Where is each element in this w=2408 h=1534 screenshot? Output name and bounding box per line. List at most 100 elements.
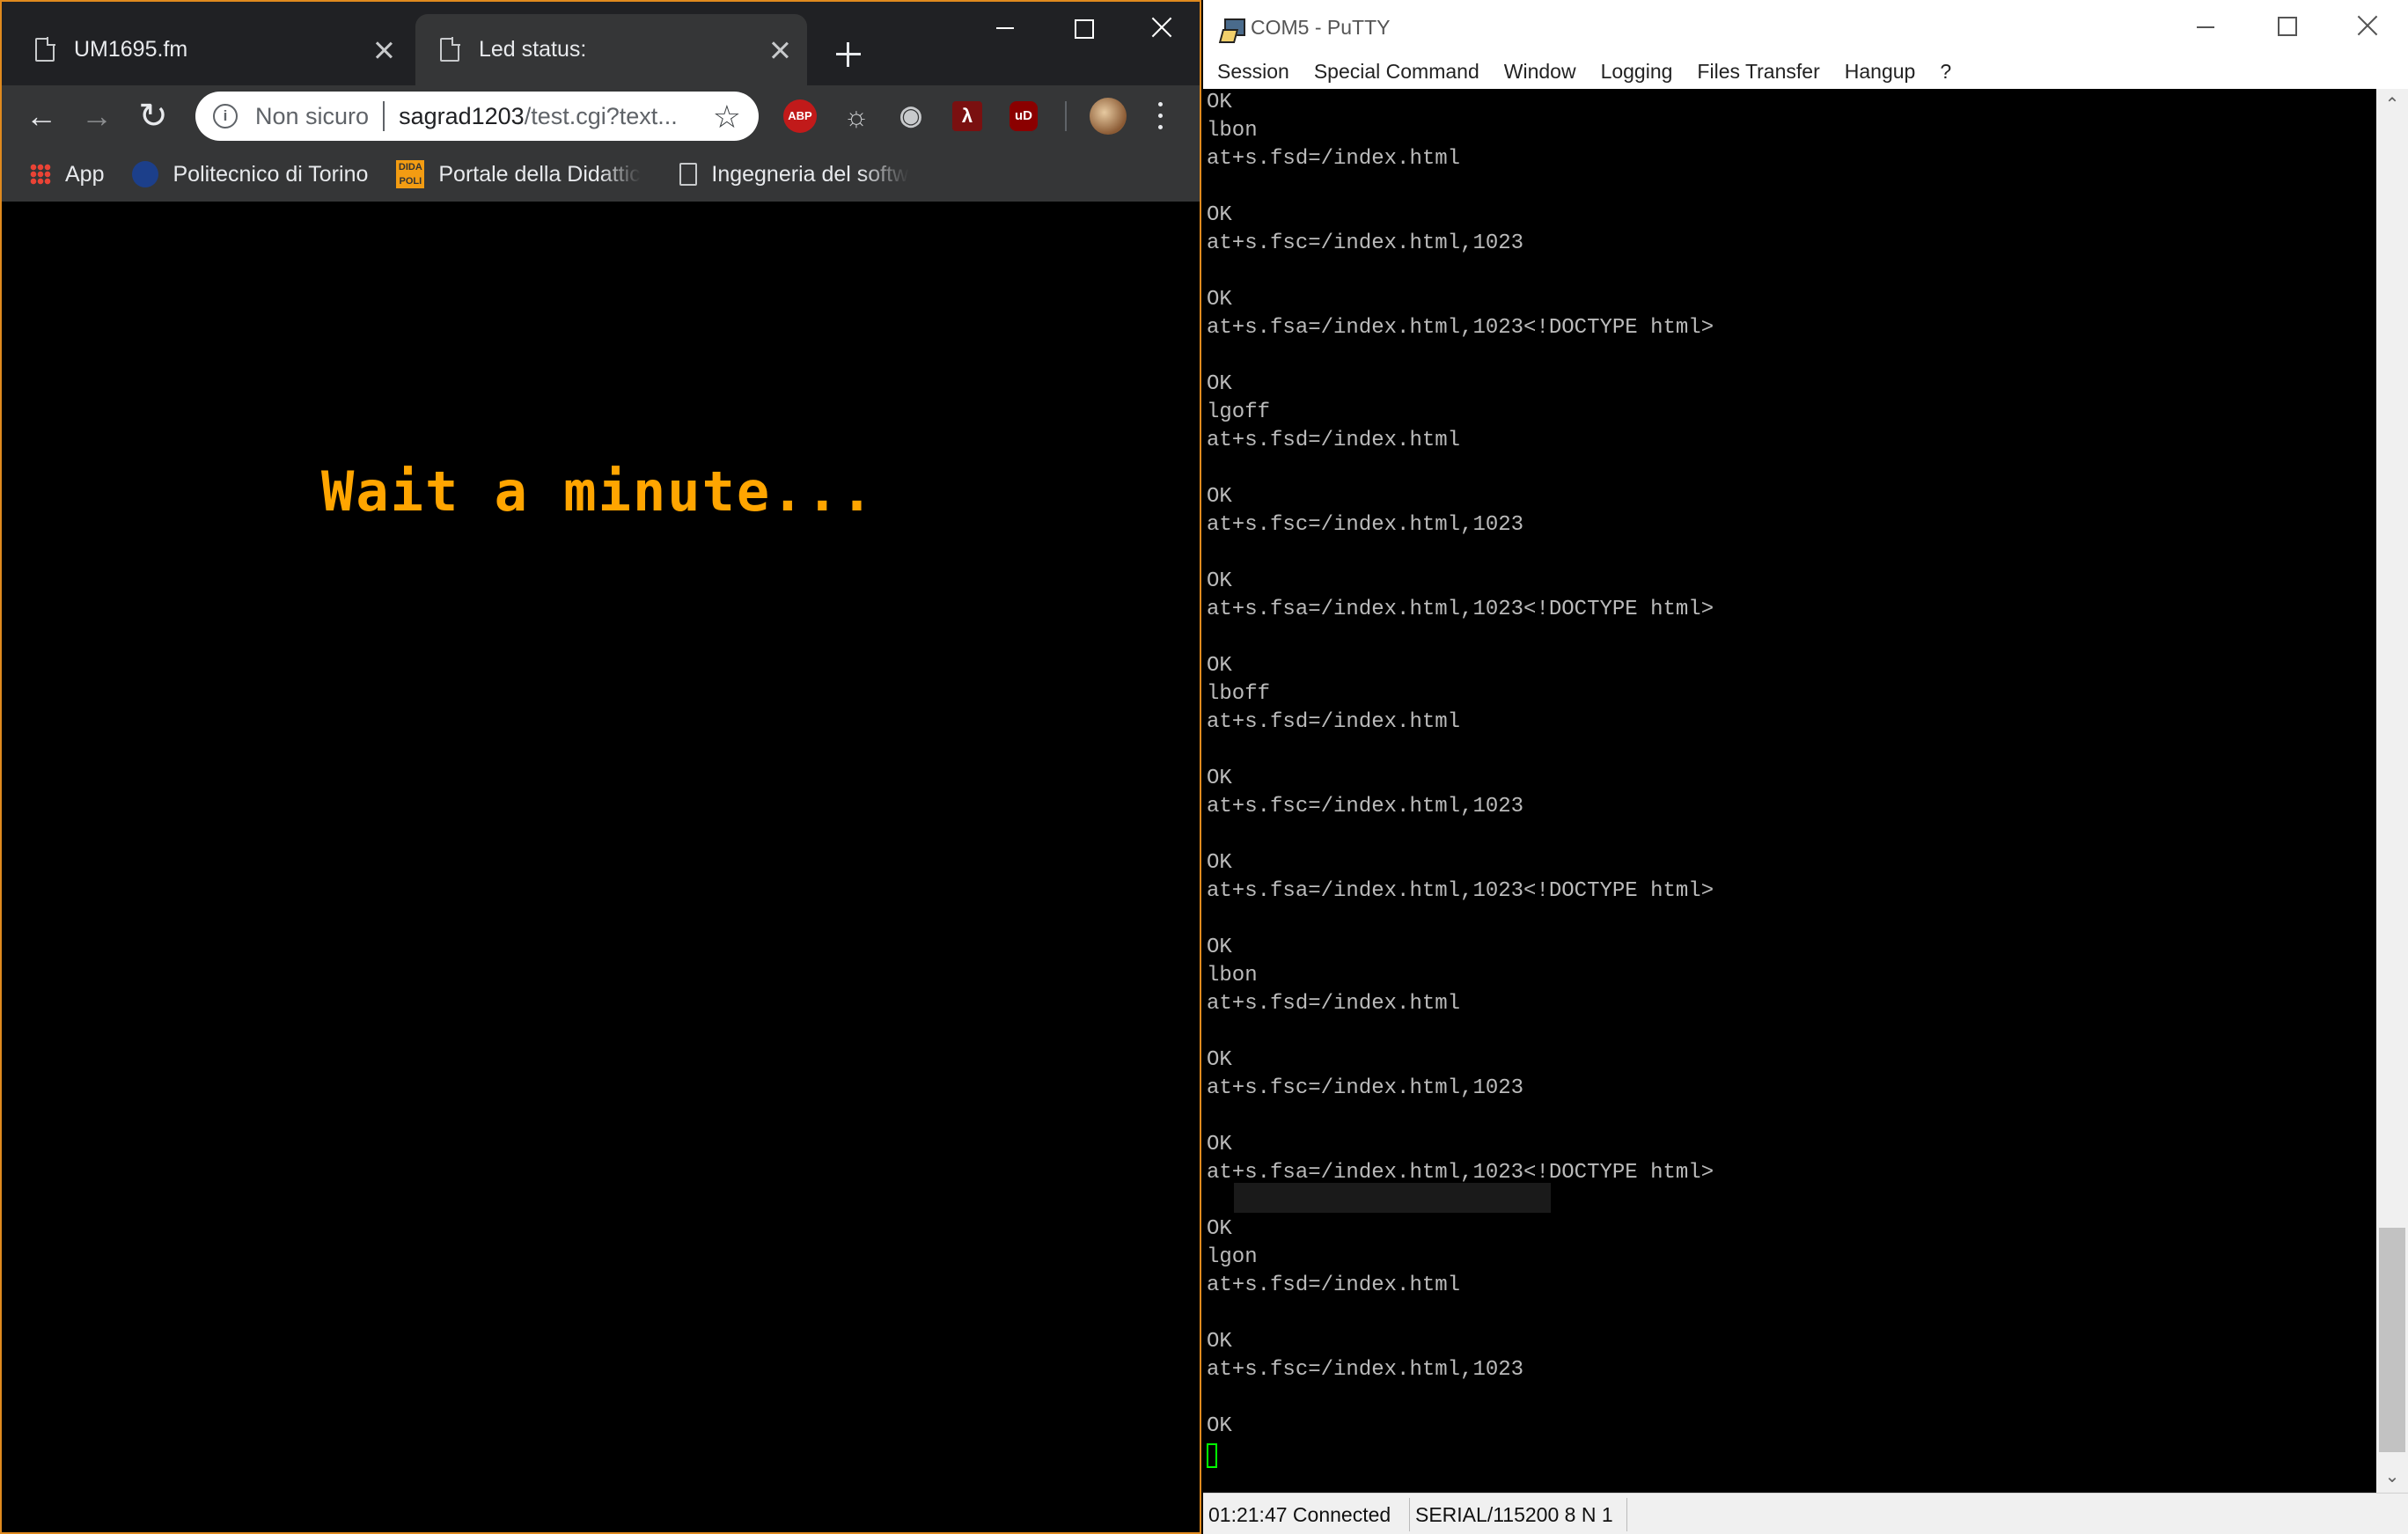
close-tab-icon[interactable] (371, 37, 397, 63)
terminal-line: lgoff (1207, 400, 1271, 424)
menu-window[interactable]: Window (1492, 60, 1589, 84)
new-tab-button[interactable] (831, 37, 866, 72)
terminal-line: OK (1207, 1133, 1232, 1156)
toolbar-divider (1065, 101, 1067, 131)
tab-led-status[interactable]: Led status: (415, 14, 807, 85)
minimize-button[interactable] (2165, 0, 2246, 55)
terminal-line: at+s.fsd=/index.html (1207, 429, 1461, 452)
terminal-area[interactable]: OK lbon at+s.fsd=/index.html OK at+s.fsc=/in… (1203, 89, 2376, 1493)
bookmark-politecnico[interactable]: Politecnico di Torino (132, 161, 368, 187)
terminal-line: at+s.fsc=/index.html,1023 (1207, 1076, 1524, 1100)
tab-strip: UM1695.fm Led status: (2, 2, 1200, 85)
page-content: Wait a minute... (2, 202, 1200, 1532)
scroll-up-icon[interactable]: ⌃ (2376, 89, 2408, 121)
acrobat-icon[interactable]: λ (952, 101, 982, 131)
terminal-line: lgon (1207, 1245, 1258, 1269)
terminal-line: OK (1207, 372, 1232, 396)
menu-files-transfer[interactable]: Files Transfer (1685, 60, 1832, 84)
scroll-down-icon[interactable]: ⌄ (2376, 1461, 2408, 1493)
terminal-line: at+s.fsa=/index.html,1023<!DOCTYPE html> (1207, 598, 1714, 621)
terminal-cursor (1207, 1443, 1217, 1468)
lightbulb-icon[interactable]: ☼ (840, 99, 873, 133)
tab-um1695[interactable]: UM1695.fm (11, 14, 411, 85)
terminal-line: at+s.fsd=/index.html (1207, 1273, 1461, 1297)
putty-menubar: Session Special Command Window Logging F… (1203, 55, 2408, 88)
terminal-line: at+s.fsd=/index.html (1207, 710, 1461, 734)
terminal-line: OK (1207, 654, 1232, 678)
url-host: sagrad1203 (399, 102, 525, 129)
terminal-line: lbon (1207, 964, 1258, 987)
putty-statusbar: 01:21:47 Connected SERIAL/115200 8 N 1 (1203, 1493, 2408, 1534)
ublock-origin-icon[interactable]: uD (1009, 101, 1038, 131)
bookmark-label: Portale della Didattica (438, 161, 642, 187)
terminal-line: OK (1207, 569, 1232, 593)
minimize-button[interactable] (963, 2, 1042, 55)
tab-title: Led status: (479, 37, 587, 62)
terminal-line: OK (1207, 1217, 1232, 1241)
connection-status: 01:21:47 Connected (1203, 1497, 1410, 1531)
terminal-line: at+s.fsc=/index.html,1023 (1207, 513, 1524, 537)
terminal-line: OK (1207, 1414, 1232, 1438)
terminal-line: OK (1207, 485, 1232, 509)
menu-help[interactable]: ? (1927, 60, 1964, 84)
document-icon (440, 37, 460, 62)
terminal-line: OK (1207, 851, 1232, 875)
window-title: COM5 - PuTTY (1251, 15, 1391, 39)
putty-app-icon[interactable] (1221, 15, 1247, 40)
terminal-line: at+s.fsc=/index.html,1023 (1207, 231, 1524, 255)
bookmark-label: App (65, 161, 105, 187)
menu-special-command[interactable]: Special Command (1302, 60, 1492, 84)
reload-button[interactable]: ↻ (136, 99, 171, 134)
scrollbar-thumb[interactable] (2379, 1228, 2405, 1452)
navigation-toolbar: ← → ↻ i Non sicuro sagrad1203/test.cgi?t… (2, 85, 1200, 147)
info-icon[interactable]: i (213, 104, 238, 128)
browser-chrome: UM1695.fm Led status: ← → ↻ i Non sicuro… (2, 2, 1200, 202)
maximize-button[interactable] (2246, 0, 2327, 55)
chrome-window: UM1695.fm Led status: ← → ↻ i Non sicuro… (0, 0, 1201, 1534)
terminal-scrollbar[interactable]: ⌃ ⌄ (2376, 89, 2408, 1493)
tab-title: UM1695.fm (74, 37, 188, 62)
terminal-line: OK (1207, 91, 1232, 114)
terminal-line: OK (1207, 936, 1232, 959)
terminal-line: at+s.fsa=/index.html,1023<!DOCTYPE html> (1207, 316, 1714, 340)
terminal-line: OK (1207, 767, 1232, 790)
terminal-line: OK (1207, 1048, 1232, 1072)
bookmark-star-icon[interactable]: ☆ (713, 99, 741, 136)
camera-icon[interactable]: ◉ (894, 99, 928, 133)
profile-avatar[interactable] (1090, 98, 1127, 135)
serial-settings: SERIAL/115200 8 N 1 (1410, 1497, 1627, 1531)
menu-hangup[interactable]: Hangup (1832, 60, 1928, 84)
url-text[interactable]: sagrad1203/test.cgi?text... (399, 103, 689, 130)
terminal-line: at+s.fsc=/index.html,1023 (1207, 1358, 1524, 1382)
more-menu-icon[interactable] (1151, 98, 1169, 135)
address-bar[interactable]: i Non sicuro sagrad1203/test.cgi?text...… (195, 92, 759, 141)
adblock-plus-icon[interactable]: ABP (783, 99, 817, 133)
terminal-line: OK (1207, 203, 1232, 227)
maximize-button[interactable] (1042, 2, 1121, 55)
forward-button[interactable]: → (79, 99, 114, 134)
security-label[interactable]: Non sicuro (255, 103, 369, 130)
bookmark-label: Ingegneria del software (711, 161, 909, 187)
putty-window: COM5 - PuTTY Session Special Command Win… (1203, 0, 2408, 1534)
terminal-line: OK (1207, 288, 1232, 312)
divider (383, 101, 385, 131)
close-window-button[interactable] (2327, 0, 2408, 55)
bookmark-ingegneria[interactable]: Ingegneria del software (669, 162, 909, 187)
bookmark-apps[interactable]: App (2, 162, 104, 187)
close-window-button[interactable] (1121, 2, 1200, 55)
close-tab-icon[interactable] (767, 37, 793, 63)
menu-logging[interactable]: Logging (1589, 60, 1685, 84)
menu-session[interactable]: Session (1203, 60, 1302, 84)
back-button[interactable]: ← (24, 99, 59, 134)
bookmark-didattica[interactable]: DIDA POLI Portale della Didattica (396, 160, 641, 188)
